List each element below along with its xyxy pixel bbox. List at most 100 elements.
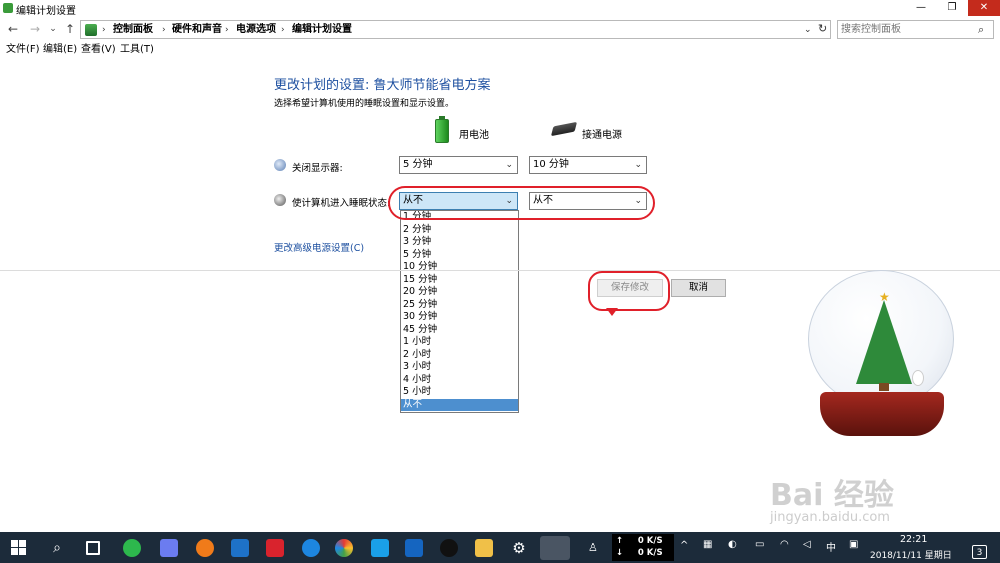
upload-speed: ↑ 0 K/S [616, 536, 663, 546]
breadcrumb-edit-plan[interactable]: 编辑计划设置 [292, 23, 352, 37]
menu-bar: 文件(F) 编辑(E) 查看(V) 工具(T) [0, 42, 1000, 58]
tray-app-icon[interactable]: ◐ [728, 539, 737, 550]
app-icon[interactable] [266, 539, 284, 557]
display-off-battery-select[interactable]: 5 分钟 ⌄ [399, 156, 518, 174]
page-subtitle: 选择希望计算机使用的睡眠设置和显示设置。 [274, 99, 455, 109]
annotation-speech-tail [606, 308, 618, 316]
file-explorer-icon[interactable] [475, 539, 493, 557]
search-icon[interactable]: ⌕ [978, 23, 984, 37]
tray-chevron-icon[interactable]: ^ [680, 540, 688, 551]
dropdown-option[interactable]: 5 分钟 [401, 249, 518, 262]
app-icon[interactable] [231, 539, 249, 557]
dropdown-option[interactable]: 2 小时 [401, 349, 518, 362]
volume-icon[interactable]: ◁ [803, 539, 811, 550]
input-method-indicator[interactable]: 中 [826, 539, 836, 554]
control-panel-taskbar-icon[interactable] [540, 536, 570, 560]
tray-app-icon[interactable]: ▣ [849, 539, 858, 550]
app-icon[interactable] [371, 539, 389, 557]
search-box[interactable]: ⌕ [837, 20, 994, 39]
battery-column-label: 用电池 [459, 130, 489, 141]
wechat-icon[interactable] [123, 539, 141, 557]
dropdown-option[interactable]: 3 分钟 [401, 236, 518, 249]
breadcrumb-control-panel[interactable]: 控制面板 [113, 23, 153, 37]
breadcrumb-hardware-sound[interactable]: 硬件和声音 [172, 23, 222, 37]
notification-center-icon[interactable]: 3 [972, 545, 987, 559]
breadcrumb-separator: › [281, 25, 285, 35]
menu-view[interactable]: 查看(V) [81, 44, 116, 56]
dropdown-option[interactable]: 4 小时 [401, 374, 518, 387]
qq-icon[interactable] [440, 539, 458, 557]
network-speed-meter: ↑ 0 K/S ↓ 0 K/S [612, 534, 674, 561]
dropdown-option[interactable]: 30 分钟 [401, 311, 518, 324]
close-button[interactable]: ✕ [968, 0, 1000, 16]
annotation-speech-bubble [588, 271, 670, 311]
dropdown-option-selected[interactable]: 从不 [401, 398, 518, 411]
menu-file[interactable]: 文件(F) [6, 44, 40, 56]
baidu-watermark: Bai 经验 [770, 478, 894, 513]
dropdown-option[interactable]: 45 分钟 [401, 324, 518, 337]
control-panel-app-icon [3, 3, 13, 13]
sleep-icon [274, 194, 286, 206]
dropdown-option[interactable]: 10 分钟 [401, 261, 518, 274]
tree-trunk [879, 383, 889, 391]
plugged-column-label: 接通电源 [582, 130, 622, 141]
dropdown-option[interactable]: 20 分钟 [401, 286, 518, 299]
recent-locations-button[interactable]: ⌄ [46, 21, 60, 37]
wifi-icon[interactable]: ◠ [780, 539, 789, 550]
window-title: 编辑计划设置 [16, 6, 76, 17]
maximize-button[interactable]: ❐ [937, 0, 967, 16]
clock-time[interactable]: 22:21 [900, 534, 927, 545]
dropdown-option[interactable]: 15 分钟 [401, 274, 518, 287]
address-dropdown-icon[interactable]: ⌄ [804, 23, 812, 37]
minimize-button[interactable]: — [906, 0, 936, 16]
refresh-icon[interactable]: ↻ [818, 22, 827, 36]
back-button[interactable]: ← [6, 21, 20, 37]
display-off-label: 关闭显示器: [292, 163, 343, 174]
monitor-icon [274, 159, 286, 171]
windows-start-icon[interactable] [11, 540, 26, 555]
page-title: 更改计划的设置: 鲁大师节能省电方案 [274, 78, 491, 93]
dropdown-option[interactable]: 5 小时 [401, 386, 518, 399]
snow-globe-base [820, 392, 944, 436]
christmas-tree-image [856, 300, 912, 384]
breadcrumb-power-options[interactable]: 电源选项 [236, 23, 276, 37]
menu-tools[interactable]: 工具(T) [120, 44, 154, 56]
divider [0, 270, 1000, 271]
battery-tray-icon[interactable]: ▭ [755, 539, 764, 550]
title-bar: 编辑计划设置 — ❐ ✕ [0, 0, 1000, 17]
app-icon[interactable] [196, 539, 214, 557]
snowman-image [912, 370, 924, 386]
up-button[interactable]: ↑ [63, 21, 77, 37]
menu-edit[interactable]: 编辑(E) [43, 44, 77, 56]
search-input[interactable] [841, 23, 971, 36]
dropdown-option[interactable]: 1 小时 [401, 336, 518, 349]
display-off-plugged-select[interactable]: 10 分钟 ⌄ [529, 156, 647, 174]
sleep-label: 使计算机进入睡眠状态: [292, 198, 391, 209]
people-icon[interactable]: ♙ [588, 539, 606, 557]
baidu-watermark-url: jingyan.baidu.com [770, 510, 890, 525]
breadcrumb-separator: › [102, 25, 106, 35]
cancel-button[interactable]: 取消 [671, 279, 726, 297]
task-view-icon[interactable] [86, 541, 100, 555]
dropdown-option[interactable]: 2 分钟 [401, 224, 518, 237]
forward-button[interactable]: → [28, 21, 42, 37]
display-off-plugged-value: 10 分钟 [533, 159, 569, 170]
ie-icon[interactable] [302, 539, 320, 557]
advanced-power-settings-link[interactable]: 更改高级电源设置(C) [274, 240, 364, 254]
chevron-down-icon: ⌄ [634, 160, 642, 170]
sleep-battery-dropdown-list[interactable]: 1 分钟 2 分钟 3 分钟 5 分钟 10 分钟 15 分钟 20 分钟 25… [400, 210, 519, 413]
control-panel-icon [85, 24, 97, 36]
dropdown-option[interactable]: 3 小时 [401, 361, 518, 374]
app-icon[interactable] [160, 539, 178, 557]
star-icon: ★ [879, 290, 890, 304]
settings-gear-icon[interactable]: ⚙ [510, 539, 528, 557]
clock-date[interactable]: 2018/11/11 星期日 [870, 548, 952, 561]
search-icon[interactable]: ⌕ [48, 539, 66, 557]
breadcrumb-separator: › [225, 25, 229, 35]
breadcrumb-separator: › [162, 25, 166, 35]
browser-icon[interactable] [335, 539, 353, 557]
dropdown-option[interactable]: 25 分钟 [401, 299, 518, 312]
tray-app-icon[interactable]: ▦ [703, 539, 712, 550]
app-icon[interactable] [405, 539, 423, 557]
address-bar[interactable]: › 控制面板 › 硬件和声音 › 电源选项 › 编辑计划设置 ⌄ ↻ [80, 20, 831, 39]
